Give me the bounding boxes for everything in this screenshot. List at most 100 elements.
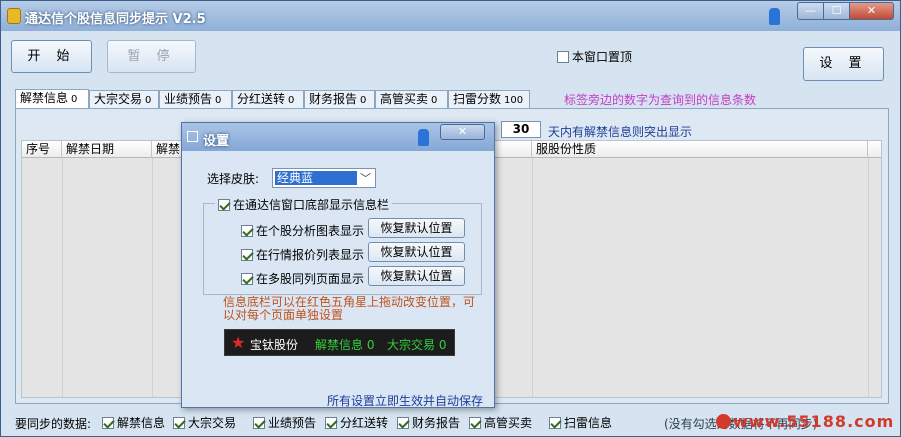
checkbox-box[interactable] [218, 199, 230, 211]
tab-executive-trade[interactable]: 高管买卖 0 [375, 90, 448, 109]
tab-count: 0 [360, 95, 367, 106]
col-index[interactable]: 序号 [22, 141, 62, 158]
pause-button[interactable]: 暂 停 [107, 40, 196, 73]
tab-dividend[interactable]: 分红送转 0 [232, 90, 304, 109]
preview-unlock-info: 解禁信息 0 [315, 338, 375, 352]
chevron-down-icon[interactable]: ﹀ [360, 170, 371, 186]
tab-count: 100 [504, 95, 524, 106]
dialog-title-bar: 设置 ✕ [182, 123, 494, 151]
pin-icon[interactable] [769, 8, 780, 25]
tab-count: 0 [288, 95, 295, 106]
reset-position-button-quote[interactable]: 恢复默认位置 [368, 242, 465, 262]
grid-line [532, 158, 533, 397]
sync-forecast-checkbox[interactable]: 业绩预告 [253, 414, 316, 431]
tab-count: 0 [431, 95, 438, 106]
show-info-bar-label: 在通达信窗口底部显示信息栏 [233, 198, 390, 212]
show-info-bar-checkbox[interactable]: 在通达信窗口底部显示信息栏 [215, 196, 393, 213]
skin-label: 选择皮肤: [207, 172, 260, 186]
sync-unlock-checkbox[interactable]: 解禁信息 [102, 414, 165, 431]
topmost-label: 本窗口置顶 [572, 50, 633, 64]
sync-exec-checkbox[interactable]: 高管买卖 [469, 414, 532, 431]
window-title: 通达信个股信息同步提示 V2.5 [25, 12, 206, 27]
window-icon [187, 131, 198, 142]
dialog-pin-icon[interactable] [418, 129, 429, 146]
tab-block-trade[interactable]: 大宗交易 0 [89, 90, 159, 109]
preview-stock-name: 宝钛股份 [250, 338, 299, 352]
sub-option-label: 在行情报价列表显示 [256, 248, 365, 262]
skin-select-value: 经典蓝 [275, 171, 357, 185]
tab-label: 扫雷分数 [453, 92, 502, 106]
tab-label: 分红送转 [237, 92, 286, 106]
skin-select[interactable]: 经典蓝 ﹀ [272, 168, 376, 188]
title-bar: 通达信个股信息同步提示 V2.5 — ☐ ✕ [1, 1, 900, 31]
tab-unlock-info[interactable]: 解禁信息 0 [15, 89, 89, 109]
col-share-nature[interactable]: 服股份性质 [532, 141, 868, 158]
site-watermark: www.55188.com [716, 412, 894, 431]
dialog-close-button[interactable]: ✕ [440, 124, 485, 140]
settings-button[interactable]: 设 置 [803, 47, 884, 81]
show-in-quote-list-checkbox[interactable]: 在行情报价列表显示 [241, 246, 364, 263]
tab-label: 大宗交易 [94, 92, 143, 106]
sync-option-label: 业绩预告 [268, 416, 317, 430]
sync-label: 要同步的数据: [15, 417, 92, 431]
reset-position-button-multi[interactable]: 恢复默认位置 [368, 266, 465, 286]
dialog-title: 设置 [203, 134, 230, 149]
sync-option-label: 解禁信息 [117, 416, 166, 430]
sync-option-label: 高管买卖 [484, 416, 533, 430]
show-in-multi-stock-checkbox[interactable]: 在多股同列页面显示 [241, 270, 364, 287]
sync-dividend-checkbox[interactable]: 分红送转 [325, 414, 388, 431]
main-window: 通达信个股信息同步提示 V2.5 — ☐ ✕ 开 始 暂 停 设 置 本窗口置顶… [0, 0, 901, 437]
tab-label: 高管买卖 [380, 92, 429, 106]
checkbox-box[interactable] [469, 417, 481, 429]
reset-position-button-chart[interactable]: 恢复默认位置 [368, 218, 465, 238]
tab-earnings-forecast[interactable]: 业绩预告 0 [159, 90, 232, 109]
show-in-chart-checkbox[interactable]: 在个股分析图表显示 [241, 222, 364, 239]
sub-option-label: 在个股分析图表显示 [256, 224, 365, 238]
dialog-footer-note: 所有设置立即生效并自动保存 [327, 394, 484, 408]
watermark-text: www.55188.com [733, 412, 895, 431]
tab-count: 0 [71, 94, 78, 105]
sync-block-checkbox[interactable]: 大宗交易 [173, 414, 236, 431]
minimize-button[interactable]: — [797, 2, 824, 20]
sync-risk-checkbox[interactable]: 扫雷信息 [549, 414, 612, 431]
maximize-button[interactable]: ☐ [823, 2, 850, 20]
tab-count: 0 [145, 95, 152, 106]
info-bar-note: 信息底栏可以在红色五角星上拖动改变位置，可以对每个页面单独设置 [223, 295, 476, 322]
grid-line [868, 158, 869, 397]
tab-label: 财务报告 [309, 92, 358, 106]
sync-option-label: 财务报告 [412, 416, 461, 430]
sync-option-label: 扫雷信息 [564, 416, 613, 430]
tab-financial-report[interactable]: 财务报告 0 [304, 90, 375, 109]
tab-label: 业绩预告 [164, 92, 213, 106]
grid-line [62, 158, 63, 397]
checkbox-box[interactable] [173, 417, 185, 429]
days-label: 天内有解禁信息则突出显示 [548, 125, 693, 139]
topmost-checkbox[interactable]: 本窗口置顶 [557, 48, 632, 65]
checkbox-box[interactable] [253, 417, 265, 429]
start-button[interactable]: 开 始 [11, 40, 92, 73]
checkbox-box[interactable] [397, 417, 409, 429]
sub-option-label: 在多股同列页面显示 [256, 272, 365, 286]
checkbox-box[interactable] [549, 417, 561, 429]
close-button[interactable]: ✕ [849, 2, 894, 20]
checkbox-box[interactable] [241, 273, 253, 285]
checkbox-box[interactable] [241, 225, 253, 237]
tab-count: 0 [215, 95, 222, 106]
settings-dialog: 设置 ✕ 选择皮肤: 经典蓝 ﹀ 在通达信窗口底部显示信息栏 在个股分析图表显示… [181, 122, 495, 408]
checkbox-box[interactable] [325, 417, 337, 429]
app-lock-icon [7, 8, 21, 24]
col-unlock-date[interactable]: 解禁日期 [62, 141, 152, 158]
sync-option-label: 分红送转 [340, 416, 389, 430]
checkbox-box[interactable] [241, 249, 253, 261]
grid-line [152, 158, 153, 397]
sync-option-label: 大宗交易 [188, 416, 237, 430]
sync-report-checkbox[interactable]: 财务报告 [397, 414, 460, 431]
watermark-logo-icon [716, 414, 731, 429]
checkbox-box[interactable] [102, 417, 114, 429]
preview-block-trade: 大宗交易 0 [387, 338, 447, 352]
topmost-checkbox-box[interactable] [557, 51, 569, 63]
tab-risk-score[interactable]: 扫雷分数 100 [448, 90, 530, 109]
tabs-note: 标签旁边的数字为查询到的信息条数 [564, 93, 757, 107]
star-icon[interactable]: ★ [231, 333, 245, 352]
days-input[interactable]: 30 [501, 121, 541, 138]
